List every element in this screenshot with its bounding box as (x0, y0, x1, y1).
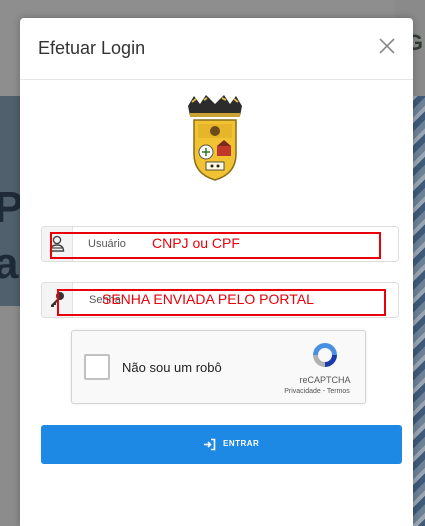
municipal-crest-logo (188, 95, 242, 181)
enter-button[interactable]: ENTRAR (41, 425, 402, 464)
recaptcha-label: Não sou um robô (122, 360, 222, 375)
username-annotation: CNPJ ou CPF (152, 235, 240, 251)
recaptcha-widget: Não sou um robô reCAPTCHA Privacidade - … (71, 330, 366, 404)
password-annotation: SENHA ENVIADA PELO PORTAL (102, 291, 314, 307)
recaptcha-brand: reCAPTCHA (299, 375, 351, 385)
modal-title: Efetuar Login (38, 38, 146, 58)
close-icon (379, 38, 395, 54)
sign-in-icon (204, 438, 216, 451)
close-button[interactable] (375, 34, 399, 58)
enter-button-label: ENTRAR (223, 439, 260, 448)
modal-header: Efetuar Login (20, 18, 413, 80)
recaptcha-checkbox[interactable] (84, 354, 110, 380)
recaptcha-logo-icon (313, 343, 337, 367)
recaptcha-terms-link[interactable]: Privacidade - Termos (272, 388, 362, 395)
login-modal: Efetuar Login Usuário CNPJ ou CPF Senha … (20, 18, 413, 526)
